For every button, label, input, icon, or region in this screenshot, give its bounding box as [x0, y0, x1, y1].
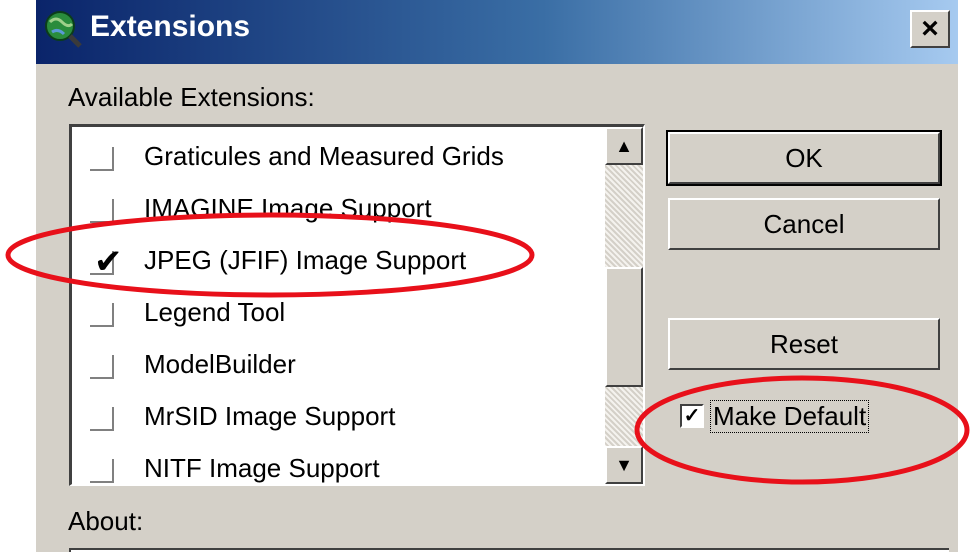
- list-item[interactable]: Legend Tool: [72, 289, 602, 341]
- extension-label: NITF Image Support: [144, 453, 380, 483]
- about-textbox: [69, 548, 949, 552]
- window-title: Extensions: [90, 10, 251, 43]
- title-bar[interactable]: Extensions ×: [36, 0, 958, 64]
- extension-label: JPEG (JFIF) Image Support: [144, 245, 467, 275]
- vertical-scrollbar[interactable]: ▲ ▼: [605, 127, 643, 484]
- extension-label: IMAGINE Image Support: [144, 193, 432, 223]
- available-extensions-label: Available Extensions:: [68, 82, 315, 112]
- cancel-button[interactable]: Cancel: [668, 198, 940, 250]
- checkbox[interactable]: ✔: [90, 245, 123, 279]
- ok-button[interactable]: OK: [666, 130, 942, 186]
- scroll-up-button[interactable]: ▲: [605, 127, 643, 165]
- extension-label: Legend Tool: [144, 297, 286, 327]
- about-label: About:: [68, 506, 144, 536]
- list-item[interactable]: ✔ JPEG (JFIF) Image Support: [72, 237, 602, 289]
- checkbox[interactable]: [90, 355, 114, 379]
- list-item[interactable]: ModelBuilder: [72, 341, 602, 393]
- list-item[interactable]: MrSID Image Support: [72, 393, 602, 445]
- list-item[interactable]: NITF Image Support: [72, 445, 602, 484]
- reset-button[interactable]: Reset: [668, 318, 940, 370]
- list-item[interactable]: Graticules and Measured Grids: [72, 133, 602, 185]
- make-default-check-icon[interactable]: ✓: [680, 404, 704, 428]
- make-default-label: Make Default: [710, 400, 870, 433]
- scrollbar-thumb[interactable]: [605, 267, 643, 387]
- scroll-down-button[interactable]: ▼: [605, 446, 643, 484]
- checkbox[interactable]: [90, 303, 114, 327]
- list-item[interactable]: IMAGINE Image Support: [72, 185, 602, 237]
- checkbox[interactable]: [90, 459, 114, 483]
- arrow-down-icon: ▼: [615, 454, 633, 475]
- extension-label: ModelBuilder: [144, 349, 296, 379]
- close-button[interactable]: ×: [910, 10, 950, 48]
- close-icon: ×: [921, 12, 939, 45]
- arrow-up-icon: ▲: [615, 135, 633, 156]
- extension-label: MrSID Image Support: [144, 401, 396, 431]
- checkbox[interactable]: [90, 407, 114, 431]
- extensions-dialog: Extensions × Available Extensions: Grati…: [36, 0, 958, 552]
- extension-label: Graticules and Measured Grids: [144, 141, 504, 171]
- globe-magnifier-icon: [45, 11, 82, 48]
- checkmark-icon: ✔: [94, 243, 123, 281]
- checkbox[interactable]: [90, 199, 114, 223]
- extensions-list[interactable]: Graticules and Measured Grids IMAGINE Im…: [69, 124, 645, 486]
- checkbox[interactable]: [90, 147, 114, 171]
